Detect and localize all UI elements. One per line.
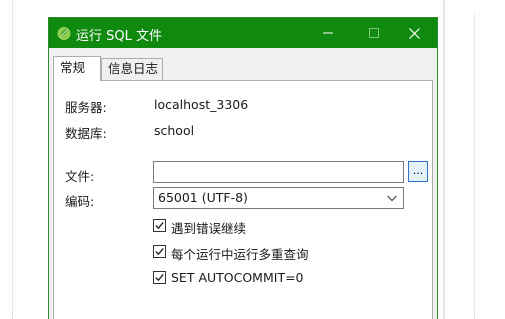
file-path-input[interactable]	[153, 161, 404, 183]
backdrop-edge	[443, 0, 445, 319]
multiple-queries-label: 每个运行中运行多重查询	[171, 247, 309, 262]
backdrop-guide-right	[474, 14, 475, 319]
close-icon	[408, 27, 420, 39]
server-value: localhost_3306	[154, 97, 249, 112]
maximize-icon	[369, 28, 379, 38]
run-sql-file-dialog: 运行 SQL 文件 常规 信息日志 服务器: localhost_3306 数据…	[48, 17, 438, 319]
database-label: 数据库:	[65, 126, 107, 141]
title-bar[interactable]: 运行 SQL 文件	[49, 18, 437, 48]
browse-file-button[interactable]: ...	[408, 161, 428, 182]
checkmark-icon	[155, 273, 164, 282]
encoding-label: 编码:	[65, 194, 95, 209]
multiple-queries-checkbox[interactable]	[153, 245, 166, 258]
backdrop-guide-left	[12, 0, 13, 319]
minimize-button[interactable]	[305, 18, 351, 48]
checkmark-icon	[155, 221, 164, 230]
tab-message-log[interactable]: 信息日志	[101, 58, 163, 80]
tab-strip: 常规 信息日志	[53, 56, 433, 81]
general-panel: 服务器: localhost_3306 数据库: school 文件: ... …	[53, 80, 433, 319]
database-value: school	[154, 123, 195, 138]
checkmark-icon	[155, 247, 164, 256]
encoding-select[interactable]: 65001 (UTF-8)	[153, 187, 404, 209]
screen: 运行 SQL 文件 常规 信息日志 服务器: localhost_3306 数据…	[0, 0, 505, 319]
navicat-leaf-icon	[57, 27, 71, 40]
tab-general[interactable]: 常规	[53, 56, 101, 81]
window-title: 运行 SQL 文件	[76, 29, 162, 44]
continue-on-error-checkbox[interactable]	[153, 219, 166, 232]
continue-on-error-label: 遇到错误继续	[171, 221, 247, 236]
file-label: 文件:	[65, 169, 95, 184]
server-label: 服务器:	[65, 100, 107, 115]
autocommit-checkbox[interactable]	[153, 271, 166, 284]
chevron-down-icon	[387, 195, 397, 202]
minimize-icon	[323, 32, 333, 34]
close-button[interactable]	[391, 18, 437, 48]
encoding-selected-value: 65001 (UTF-8)	[158, 190, 248, 205]
autocommit-label: SET AUTOCOMMIT=0	[171, 270, 304, 285]
